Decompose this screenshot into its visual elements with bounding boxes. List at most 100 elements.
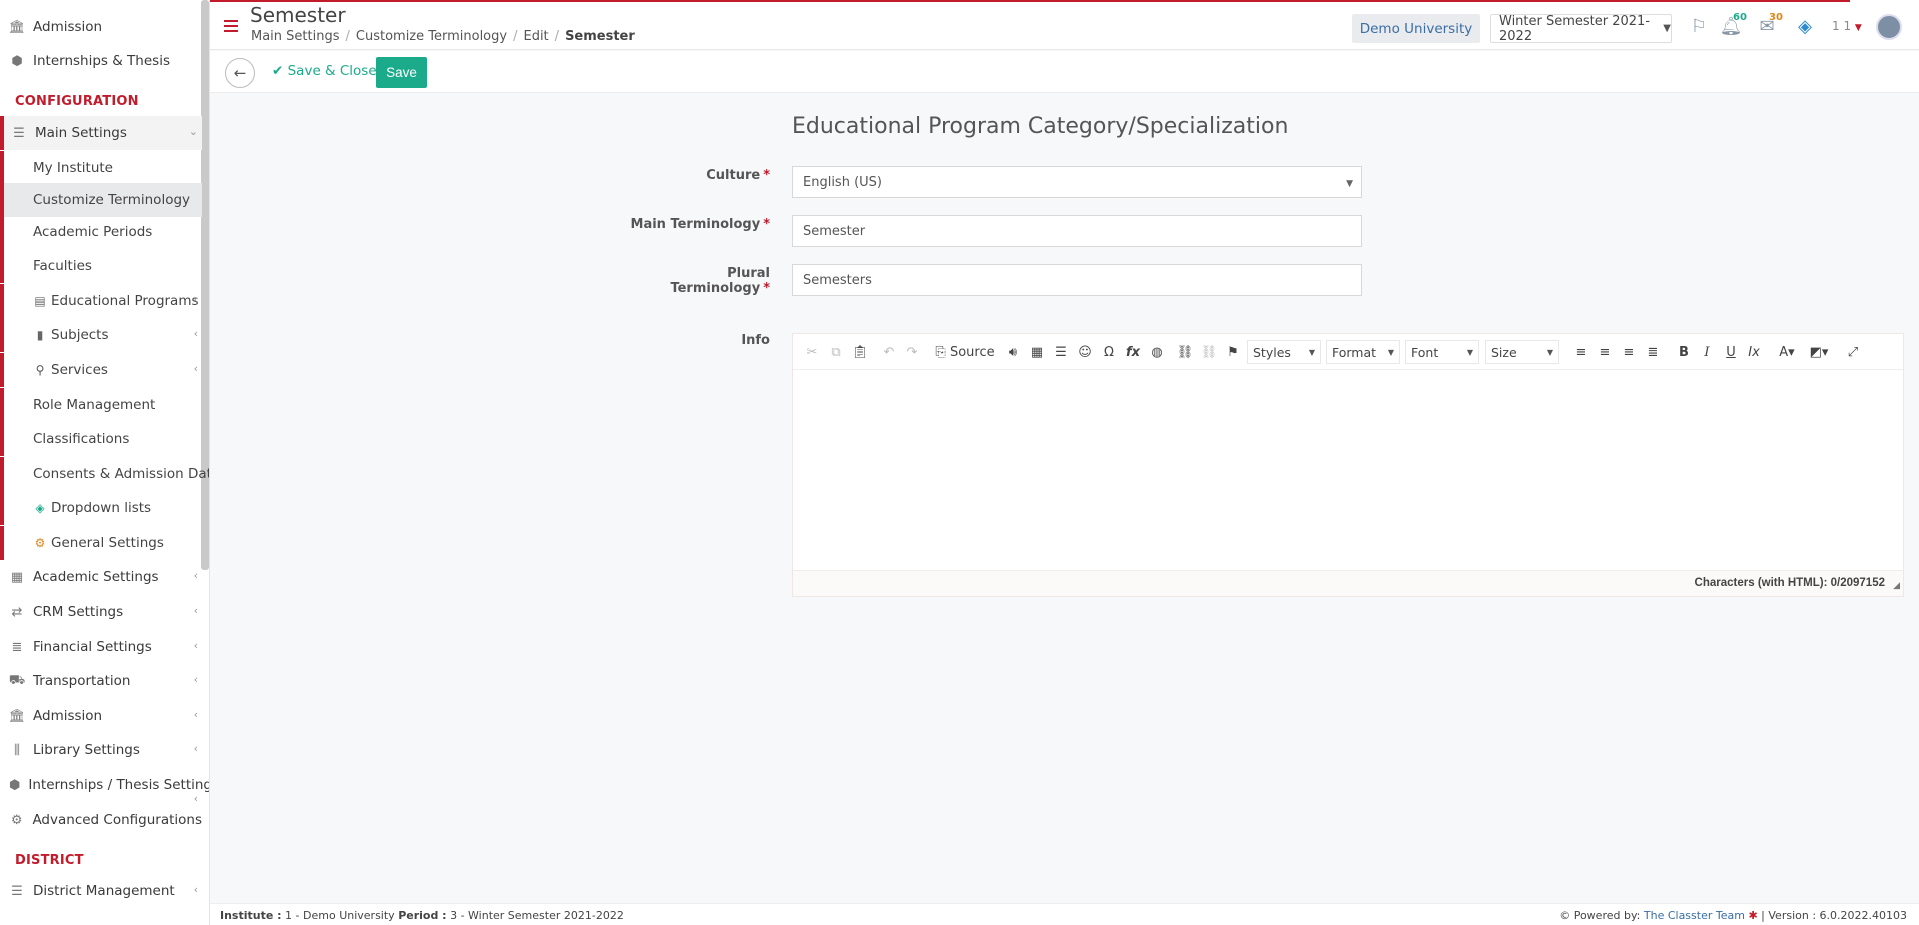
period-value: 3 - Winter Semester 2021-2022	[450, 909, 624, 922]
size-combo[interactable]: Size ▼	[1485, 340, 1559, 364]
maximize-icon[interactable]: ⤢	[1844, 341, 1862, 363]
sidebar-item-academic-settings[interactable]: ▦ Academic Settings ‹	[0, 560, 202, 594]
bold-icon[interactable]: B	[1675, 341, 1693, 363]
hamburger-menu-icon[interactable]	[224, 20, 238, 32]
underline-icon[interactable]: U	[1722, 341, 1740, 363]
sidebar-item-classifications[interactable]: Classifications	[0, 422, 202, 456]
breadcrumb-main-settings[interactable]: Main Settings	[251, 29, 340, 44]
layers-icon[interactable]: ◈	[1794, 15, 1816, 37]
sidebar-item-my-institute[interactable]: My Institute	[0, 151, 202, 185]
align-left-icon[interactable]: ≡	[1572, 341, 1590, 363]
chevron-left-icon: ‹	[193, 883, 198, 896]
sidebar-item-label: Classifications	[33, 431, 130, 447]
source-button[interactable]: ⎘ Source	[933, 341, 997, 363]
sidebar-item-dropdown-lists[interactable]: ◈ Dropdown lists	[0, 491, 202, 525]
sidebar-item-role-management[interactable]: Role Management	[0, 388, 202, 422]
sidebar-item-label: Main Settings	[35, 125, 127, 141]
bank-icon: 🏛	[8, 19, 26, 35]
remove-format-icon[interactable]: Ix	[1745, 341, 1763, 363]
breadcrumb-separator: /	[513, 29, 518, 44]
speaker-icon[interactable]: 🔊︎	[1004, 341, 1022, 363]
globe-icon[interactable]: ◍	[1148, 341, 1166, 363]
link-icon[interactable]: ⛓	[1176, 341, 1194, 363]
smiley-icon[interactable]: ☺	[1076, 341, 1094, 363]
background-color-icon[interactable]: ◩▾	[1805, 341, 1833, 363]
omega-icon[interactable]: Ω	[1100, 341, 1118, 363]
sidebar-item-academic-periods[interactable]: Academic Periods	[0, 215, 202, 249]
save-close-label: Save & Close	[287, 63, 377, 79]
flag-icon[interactable]: ⚐	[1688, 15, 1710, 37]
sidebar-item-consents-admission-data[interactable]: Consents & Admission Data	[0, 457, 209, 491]
plural-terminology-input[interactable]: Semesters	[792, 264, 1362, 296]
sidebar-item-faculties[interactable]: Faculties	[0, 249, 202, 283]
layers-icon: ◈	[35, 501, 45, 515]
sidebar-item-label: Customize Terminology	[33, 192, 191, 208]
breadcrumb-separator: /	[554, 29, 560, 44]
sidebar-item-admission-top[interactable]: 🏛 Admission	[0, 10, 202, 44]
resize-handle-icon[interactable]: ◢	[1893, 581, 1900, 591]
culture-select[interactable]: English (US) ▼	[792, 166, 1362, 198]
sidebar-item-label: Internships / Thesis Settings	[28, 777, 210, 793]
save-button[interactable]: Save	[376, 57, 427, 88]
sidebar-item-library-settings[interactable]: ⫼ Library Settings ‹	[0, 733, 202, 767]
copy-icon[interactable]: ⧉	[827, 341, 845, 363]
align-right-icon[interactable]: ≡	[1620, 341, 1638, 363]
sidebar-item-subjects[interactable]: ▮ Subjects ‹	[0, 318, 202, 352]
sidebar-item-district-management[interactable]: ☰ District Management ‹	[0, 874, 202, 908]
sidebar-item-main-settings[interactable]: ☰ Main Settings ⌄	[0, 116, 202, 150]
redo-icon[interactable]: ↷	[903, 341, 921, 363]
styles-combo[interactable]: Styles ▼	[1247, 340, 1321, 364]
sidebar-item-financial-settings[interactable]: ≣ Financial Settings ‹	[0, 630, 202, 664]
culture-select-value: English (US)	[803, 174, 882, 190]
sidebar-item-advanced-configurations[interactable]: ⚙ Advanced Configurations	[0, 803, 202, 837]
back-button[interactable]: ←	[225, 58, 255, 88]
unlink-icon[interactable]: ⛓	[1200, 341, 1218, 363]
user-count[interactable]: 1 1 ▼	[1832, 19, 1862, 33]
section-configuration: CONFIGURATION	[15, 94, 139, 109]
format-combo[interactable]: Format ▼	[1326, 340, 1400, 364]
avatar[interactable]	[1876, 14, 1902, 40]
sidebar-item-services[interactable]: ⚲ Services ‹	[0, 353, 202, 387]
sidebar-item-label: District Management	[33, 883, 175, 899]
sidebar-item-transportation[interactable]: ⛟ Transportation ‹	[0, 664, 202, 698]
undo-icon[interactable]: ↶	[880, 341, 898, 363]
align-center-icon[interactable]: ≡	[1596, 341, 1614, 363]
save-close-button[interactable]: ✔ Save & Close	[272, 63, 377, 79]
sidebar-item-educational-programs[interactable]: ▤ Educational Programs ‹	[0, 284, 202, 318]
breadcrumb-customize-terminology[interactable]: Customize Terminology	[356, 29, 507, 44]
breadcrumb-edit[interactable]: Edit	[523, 29, 548, 44]
table-icon[interactable]: ▦	[1028, 341, 1046, 363]
culture-label: Culture *	[630, 168, 770, 183]
text-color-icon[interactable]: A▾	[1773, 341, 1801, 363]
sidebar-item-internships-thesis[interactable]: ⬢ Internships & Thesis	[0, 44, 202, 78]
sidebar-item-general-settings[interactable]: ⚙ General Settings	[0, 526, 202, 560]
chevron-left-icon: ‹	[193, 673, 198, 686]
horizontal-line-icon[interactable]: ☰	[1052, 341, 1070, 363]
caret-down-icon: ▼	[1387, 348, 1394, 357]
sidebar-item-customize-terminology[interactable]: Customize Terminology	[0, 183, 202, 217]
main-terminology-input[interactable]: Semester	[792, 215, 1362, 247]
font-combo[interactable]: Font ▼	[1405, 340, 1479, 364]
breadcrumb-separator: /	[345, 29, 350, 44]
sidebar-scrollbar[interactable]	[201, 0, 209, 570]
cut-icon[interactable]: ✂	[803, 341, 821, 363]
messages-badge: 30	[1769, 12, 1783, 23]
info-label: Info	[741, 333, 770, 348]
align-justify-icon[interactable]: ≣	[1644, 341, 1662, 363]
shuffle-icon: ⇄	[11, 604, 23, 620]
table-icon: ▤	[34, 294, 46, 308]
sidebar-item-label: Subjects	[51, 327, 109, 343]
team-link[interactable]: The Classter Team	[1644, 909, 1745, 922]
period-select[interactable]: Winter Semester 2021-2022 ▼	[1490, 14, 1672, 44]
paste-icon[interactable]: 📋︎	[851, 341, 869, 363]
flag-anchor-icon[interactable]: ⚑	[1224, 341, 1242, 363]
italic-icon[interactable]: I	[1698, 341, 1716, 363]
university-button[interactable]: Demo University	[1352, 14, 1480, 43]
sidebar-item-crm-settings[interactable]: ⇄ CRM Settings ‹	[0, 595, 202, 629]
formula-icon[interactable]: fx	[1124, 341, 1142, 363]
plural-terminology-value: Semesters	[803, 272, 872, 288]
sidebar-item-internships-thesis-settings[interactable]: ⬢ Internships / Thesis Settings ‹	[0, 768, 209, 805]
editor-content-area[interactable]	[793, 371, 1903, 571]
sidebar-item-admission[interactable]: 🏛 Admission ‹	[0, 699, 202, 733]
chevron-left-icon: ‹	[193, 742, 198, 755]
